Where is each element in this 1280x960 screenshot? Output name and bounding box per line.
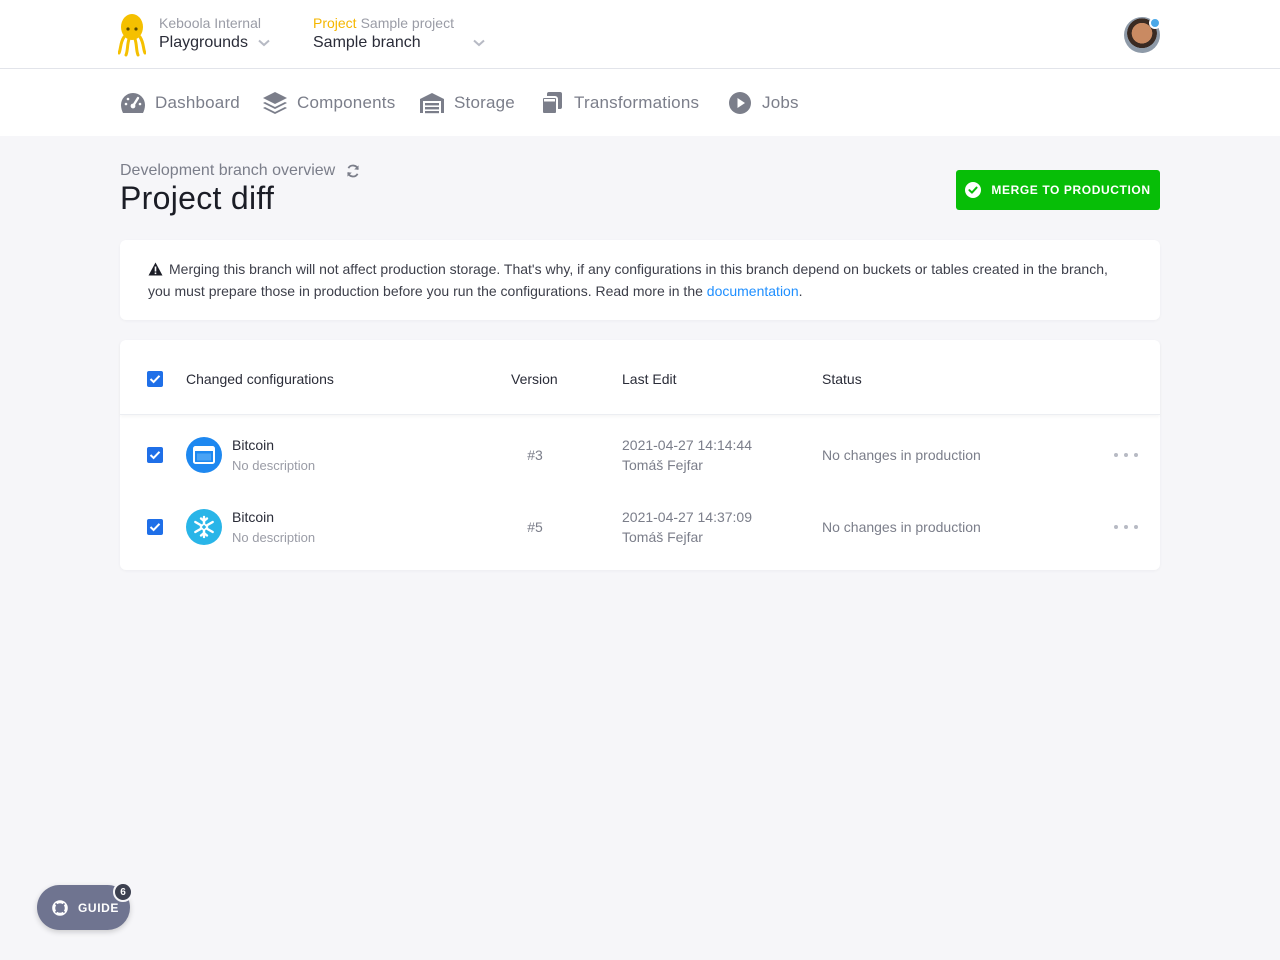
- documentation-link[interactable]: documentation: [707, 283, 799, 299]
- config-status: No changes in production: [822, 447, 981, 463]
- more-actions-icon[interactable]: [1114, 521, 1138, 533]
- branch-switcher[interactable]: Project Sample project Sample branch: [313, 14, 485, 54]
- guide-button[interactable]: GUIDE 6: [37, 882, 133, 930]
- nav-dashboard[interactable]: Dashboard: [120, 91, 240, 115]
- main-navigation: Dashboard Components Storage Transformat…: [0, 69, 1280, 136]
- config-status: No changes in production: [822, 519, 981, 535]
- last-edit-date: 2021-04-27 14:14:44: [622, 437, 752, 453]
- warning-icon: [148, 261, 163, 281]
- window-icon: [186, 437, 222, 473]
- column-header-status: Status: [822, 371, 862, 387]
- copy-icon: [539, 91, 565, 115]
- snowflake-icon: [186, 509, 222, 545]
- table-header: Changed configurations Version Last Edit…: [120, 340, 1160, 415]
- nav-transformations-label: Transformations: [574, 93, 700, 112]
- changed-configurations-table: Changed configurations Version Last Edit…: [120, 340, 1160, 570]
- config-name[interactable]: Bitcoin: [232, 437, 274, 453]
- merge-to-production-button[interactable]: MERGE TO PRODUCTION: [956, 170, 1160, 210]
- nav-dashboard-label: Dashboard: [155, 93, 240, 112]
- status-dot-icon: [1149, 17, 1161, 29]
- project-name: Sample project: [360, 15, 454, 31]
- check-circle-icon: [965, 182, 982, 198]
- last-edit-author: Tomáš Fejfar: [622, 529, 703, 545]
- nav-jobs[interactable]: Jobs: [727, 91, 799, 115]
- lifebuoy-icon: [52, 899, 68, 916]
- nav-components[interactable]: Components: [262, 91, 395, 115]
- last-edit-author: Tomáš Fejfar: [622, 457, 703, 473]
- config-version: #5: [527, 519, 543, 535]
- keboola-logo-icon[interactable]: [117, 13, 147, 57]
- nav-jobs-label: Jobs: [762, 93, 799, 112]
- chevron-down-icon: [472, 32, 485, 54]
- guide-label: GUIDE: [78, 900, 120, 915]
- table-row[interactable]: Bitcoin No description #3 2021-04-27 14:…: [120, 419, 1160, 491]
- merge-button-label: MERGE TO PRODUCTION: [991, 183, 1151, 197]
- row-checkbox[interactable]: [147, 447, 163, 463]
- page-subtitle: Development branch overview: [120, 162, 360, 180]
- project-label: Project: [313, 15, 357, 31]
- page-title: Project diff: [120, 180, 275, 216]
- nav-storage-label: Storage: [454, 93, 515, 112]
- nav-components-label: Components: [297, 93, 396, 112]
- more-actions-icon[interactable]: [1114, 449, 1138, 461]
- row-checkbox[interactable]: [147, 519, 163, 535]
- org-name: Playgrounds: [159, 34, 248, 51]
- notice-text: Merging this branch will not affect prod…: [148, 261, 1108, 299]
- dashboard-icon: [120, 91, 146, 115]
- column-header-last-edit: Last Edit: [622, 371, 677, 387]
- branch-name: Sample branch: [313, 34, 421, 51]
- refresh-icon[interactable]: [346, 164, 360, 178]
- organization-switcher[interactable]: Keboola Internal Playgrounds: [159, 14, 270, 54]
- user-avatar[interactable]: [1124, 17, 1161, 53]
- table-row[interactable]: Bitcoin No description #5 2021-04-27 14:…: [120, 491, 1160, 563]
- guide-count-badge: 6: [113, 882, 133, 902]
- pre-title-text: Development branch overview: [120, 162, 336, 179]
- play-icon: [727, 91, 753, 115]
- config-version: #3: [527, 447, 543, 463]
- select-all-checkbox[interactable]: [147, 371, 163, 387]
- config-description: No description: [232, 530, 316, 545]
- notice-end: .: [798, 283, 803, 299]
- merge-warning-notice: Merging this branch will not affect prod…: [120, 240, 1160, 320]
- nav-storage[interactable]: Storage: [419, 91, 515, 115]
- org-caption: Keboola Internal: [159, 15, 261, 31]
- top-header: Keboola Internal Playgrounds Project Samp…: [0, 0, 1280, 69]
- layers-icon: [262, 91, 288, 115]
- config-name[interactable]: Bitcoin: [232, 509, 274, 525]
- chevron-down-icon: [258, 32, 270, 54]
- warehouse-icon: [419, 91, 445, 115]
- column-header-version: Version: [511, 371, 558, 387]
- last-edit-date: 2021-04-27 14:37:09: [622, 509, 752, 525]
- column-header-config: Changed configurations: [186, 371, 334, 387]
- config-description: No description: [232, 458, 316, 473]
- nav-transformations[interactable]: Transformations: [539, 91, 699, 115]
